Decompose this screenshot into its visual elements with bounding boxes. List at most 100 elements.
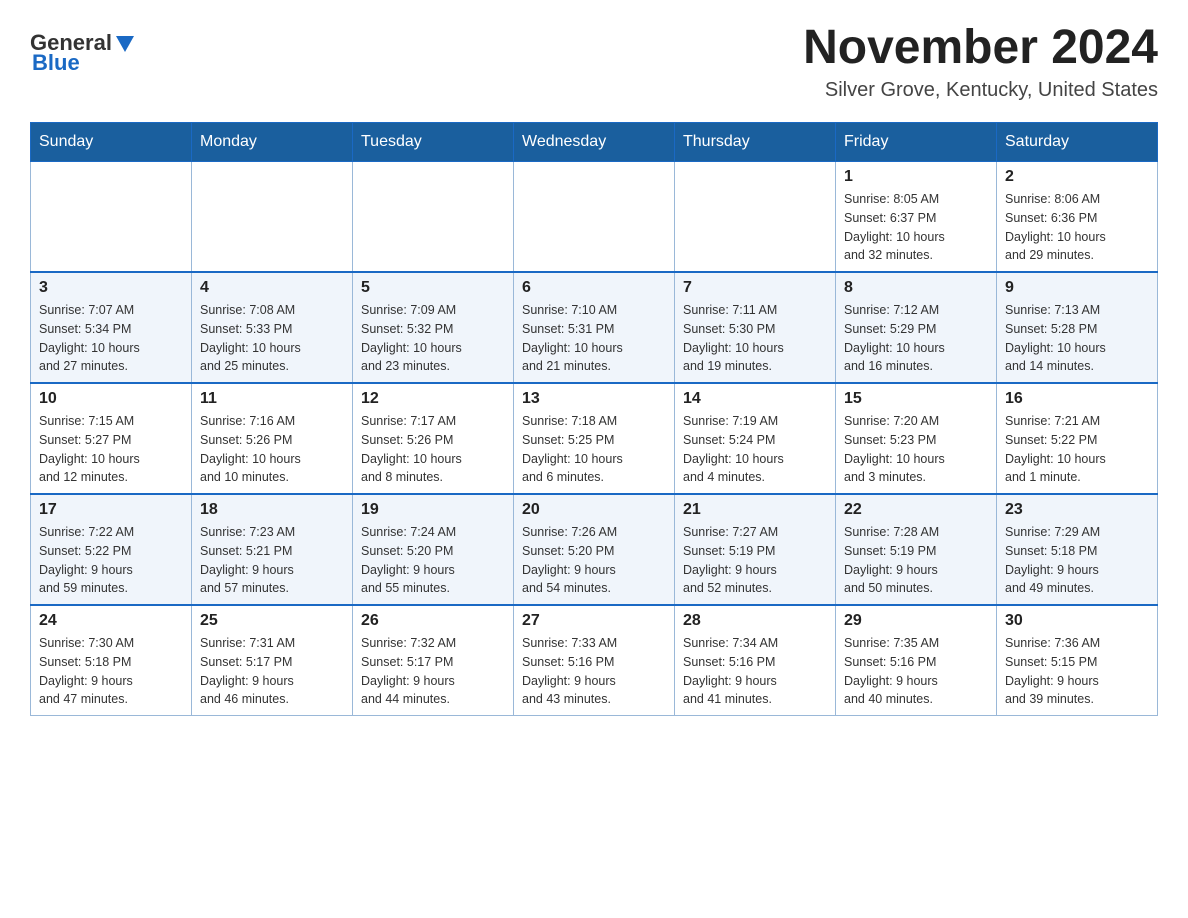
weekday-header-wednesday: Wednesday [514, 123, 675, 162]
calendar-cell: 9 Sunrise: 7:13 AMSunset: 5:28 PMDaylight… [997, 272, 1158, 383]
day-number: 4 [200, 279, 344, 297]
day-number: 2 [1005, 168, 1149, 186]
calendar-cell: 26 Sunrise: 7:32 AMSunset: 5:17 PMDayligh… [353, 605, 514, 716]
day-info: Sunrise: 7:13 AMSunset: 5:28 PMDaylight:… [1005, 301, 1149, 376]
day-info: Sunrise: 7:36 AMSunset: 5:15 PMDaylight:… [1005, 634, 1149, 709]
day-number: 6 [522, 279, 666, 297]
day-info: Sunrise: 7:10 AMSunset: 5:31 PMDaylight:… [522, 301, 666, 376]
calendar-cell: 19Sunrise: 7:24 AMSunset: 5:20 PMDayligh… [353, 494, 514, 605]
calendar-cell: 17Sunrise: 7:22 AMSunset: 5:22 PMDayligh… [31, 494, 192, 605]
day-info: Sunrise: 7:34 AMSunset: 5:16 PMDaylight:… [683, 634, 827, 709]
weekday-header-tuesday: Tuesday [353, 123, 514, 162]
calendar-cell: 25 Sunrise: 7:31 AMSunset: 5:17 PMDayligh… [192, 605, 353, 716]
calendar-cell: 3 Sunrise: 7:07 AMSunset: 5:34 PMDaylight… [31, 272, 192, 383]
calendar-week-row: 17Sunrise: 7:22 AMSunset: 5:22 PMDayligh… [31, 494, 1158, 605]
day-number: 18 [200, 501, 344, 519]
page-header: General Blue November 2024 Silver Grove,… [30, 20, 1158, 102]
day-number: 24 [39, 612, 183, 630]
day-info: Sunrise: 7:20 AMSunset: 5:23 PMDaylight:… [844, 412, 988, 487]
calendar-cell: 20 Sunrise: 7:26 AMSunset: 5:20 PMDayligh… [514, 494, 675, 605]
day-info: Sunrise: 7:09 AMSunset: 5:32 PMDaylight:… [361, 301, 505, 376]
calendar-cell [353, 162, 514, 273]
calendar-week-row: 1 Sunrise: 8:05 AMSunset: 6:37 PMDaylight… [31, 162, 1158, 273]
day-number: 28 [683, 612, 827, 630]
calendar-cell: 24 Sunrise: 7:30 AMSunset: 5:18 PMDayligh… [31, 605, 192, 716]
day-info: Sunrise: 7:28 AMSunset: 5:19 PMDaylight:… [844, 523, 988, 598]
day-number: 1 [844, 168, 988, 186]
calendar-cell: 7 Sunrise: 7:11 AMSunset: 5:30 PMDaylight… [675, 272, 836, 383]
day-info: Sunrise: 7:17 AMSunset: 5:26 PMDaylight:… [361, 412, 505, 487]
day-number: 12 [361, 390, 505, 408]
weekday-header-friday: Friday [836, 123, 997, 162]
logo: General Blue [30, 30, 136, 76]
day-info: Sunrise: 7:32 AMSunset: 5:17 PMDaylight:… [361, 634, 505, 709]
day-number: 3 [39, 279, 183, 297]
day-info: Sunrise: 7:21 AMSunset: 5:22 PMDaylight:… [1005, 412, 1149, 487]
calendar-cell: 1 Sunrise: 8:05 AMSunset: 6:37 PMDaylight… [836, 162, 997, 273]
day-number: 14 [683, 390, 827, 408]
calendar-cell: 28 Sunrise: 7:34 AMSunset: 5:16 PMDayligh… [675, 605, 836, 716]
day-info: Sunrise: 7:33 AMSunset: 5:16 PMDaylight:… [522, 634, 666, 709]
day-number: 15 [844, 390, 988, 408]
day-number: 25 [200, 612, 344, 630]
calendar-cell [192, 162, 353, 273]
calendar-cell: 2 Sunrise: 8:06 AMSunset: 6:36 PMDaylight… [997, 162, 1158, 273]
calendar-cell: 4 Sunrise: 7:08 AMSunset: 5:33 PMDaylight… [192, 272, 353, 383]
weekday-header-sunday: Sunday [31, 123, 192, 162]
calendar-cell: 12 Sunrise: 7:17 AMSunset: 5:26 PMDayligh… [353, 383, 514, 494]
day-number: 10 [39, 390, 183, 408]
day-number: 16 [1005, 390, 1149, 408]
calendar-header-row: SundayMondayTuesdayWednesdayThursdayFrid… [31, 123, 1158, 162]
calendar-cell [31, 162, 192, 273]
day-number: 13 [522, 390, 666, 408]
day-number: 27 [522, 612, 666, 630]
day-info: Sunrise: 7:23 AMSunset: 5:21 PMDaylight:… [200, 523, 344, 598]
day-info: Sunrise: 7:15 AMSunset: 5:27 PMDaylight:… [39, 412, 183, 487]
day-info: Sunrise: 8:06 AMSunset: 6:36 PMDaylight:… [1005, 190, 1149, 265]
day-number: 7 [683, 279, 827, 297]
calendar-cell: 27 Sunrise: 7:33 AMSunset: 5:16 PMDayligh… [514, 605, 675, 716]
day-info: Sunrise: 7:29 AMSunset: 5:18 PMDaylight:… [1005, 523, 1149, 598]
title-block: November 2024 Silver Grove, Kentucky, Un… [803, 20, 1158, 102]
day-info: Sunrise: 7:11 AMSunset: 5:30 PMDaylight:… [683, 301, 827, 376]
day-number: 26 [361, 612, 505, 630]
calendar-cell: 11Sunrise: 7:16 AMSunset: 5:26 PMDayligh… [192, 383, 353, 494]
weekday-header-monday: Monday [192, 123, 353, 162]
calendar-cell: 30 Sunrise: 7:36 AMSunset: 5:15 PMDayligh… [997, 605, 1158, 716]
day-info: Sunrise: 7:26 AMSunset: 5:20 PMDaylight:… [522, 523, 666, 598]
calendar-week-row: 24 Sunrise: 7:30 AMSunset: 5:18 PMDayligh… [31, 605, 1158, 716]
day-info: Sunrise: 7:31 AMSunset: 5:17 PMDaylight:… [200, 634, 344, 709]
day-number: 22 [844, 501, 988, 519]
calendar-cell: 21Sunrise: 7:27 AMSunset: 5:19 PMDayligh… [675, 494, 836, 605]
day-info: Sunrise: 7:08 AMSunset: 5:33 PMDaylight:… [200, 301, 344, 376]
calendar-week-row: 3 Sunrise: 7:07 AMSunset: 5:34 PMDaylight… [31, 272, 1158, 383]
day-info: Sunrise: 7:18 AMSunset: 5:25 PMDaylight:… [522, 412, 666, 487]
logo-blue-text: Blue [32, 50, 80, 76]
day-info: Sunrise: 8:05 AMSunset: 6:37 PMDaylight:… [844, 190, 988, 265]
day-number: 21 [683, 501, 827, 519]
day-info: Sunrise: 7:35 AMSunset: 5:16 PMDaylight:… [844, 634, 988, 709]
day-number: 8 [844, 279, 988, 297]
calendar-table: SundayMondayTuesdayWednesdayThursdayFrid… [30, 122, 1158, 716]
main-title: November 2024 [803, 20, 1158, 75]
calendar-cell: 16 Sunrise: 7:21 AMSunset: 5:22 PMDayligh… [997, 383, 1158, 494]
calendar-cell: 13 Sunrise: 7:18 AMSunset: 5:25 PMDayligh… [514, 383, 675, 494]
day-number: 19 [361, 501, 505, 519]
day-info: Sunrise: 7:30 AMSunset: 5:18 PMDaylight:… [39, 634, 183, 709]
day-info: Sunrise: 7:07 AMSunset: 5:34 PMDaylight:… [39, 301, 183, 376]
calendar-cell: 5 Sunrise: 7:09 AMSunset: 5:32 PMDaylight… [353, 272, 514, 383]
day-info: Sunrise: 7:12 AMSunset: 5:29 PMDaylight:… [844, 301, 988, 376]
day-number: 5 [361, 279, 505, 297]
day-info: Sunrise: 7:19 AMSunset: 5:24 PMDaylight:… [683, 412, 827, 487]
day-number: 20 [522, 501, 666, 519]
day-number: 23 [1005, 501, 1149, 519]
calendar-cell: 18 Sunrise: 7:23 AMSunset: 5:21 PMDayligh… [192, 494, 353, 605]
weekday-header-thursday: Thursday [675, 123, 836, 162]
calendar-cell: 6 Sunrise: 7:10 AMSunset: 5:31 PMDaylight… [514, 272, 675, 383]
day-number: 11 [200, 390, 344, 408]
logo-triangle-icon [114, 32, 136, 54]
day-number: 17 [39, 501, 183, 519]
calendar-week-row: 10 Sunrise: 7:15 AMSunset: 5:27 PMDayligh… [31, 383, 1158, 494]
day-number: 30 [1005, 612, 1149, 630]
day-number: 9 [1005, 279, 1149, 297]
